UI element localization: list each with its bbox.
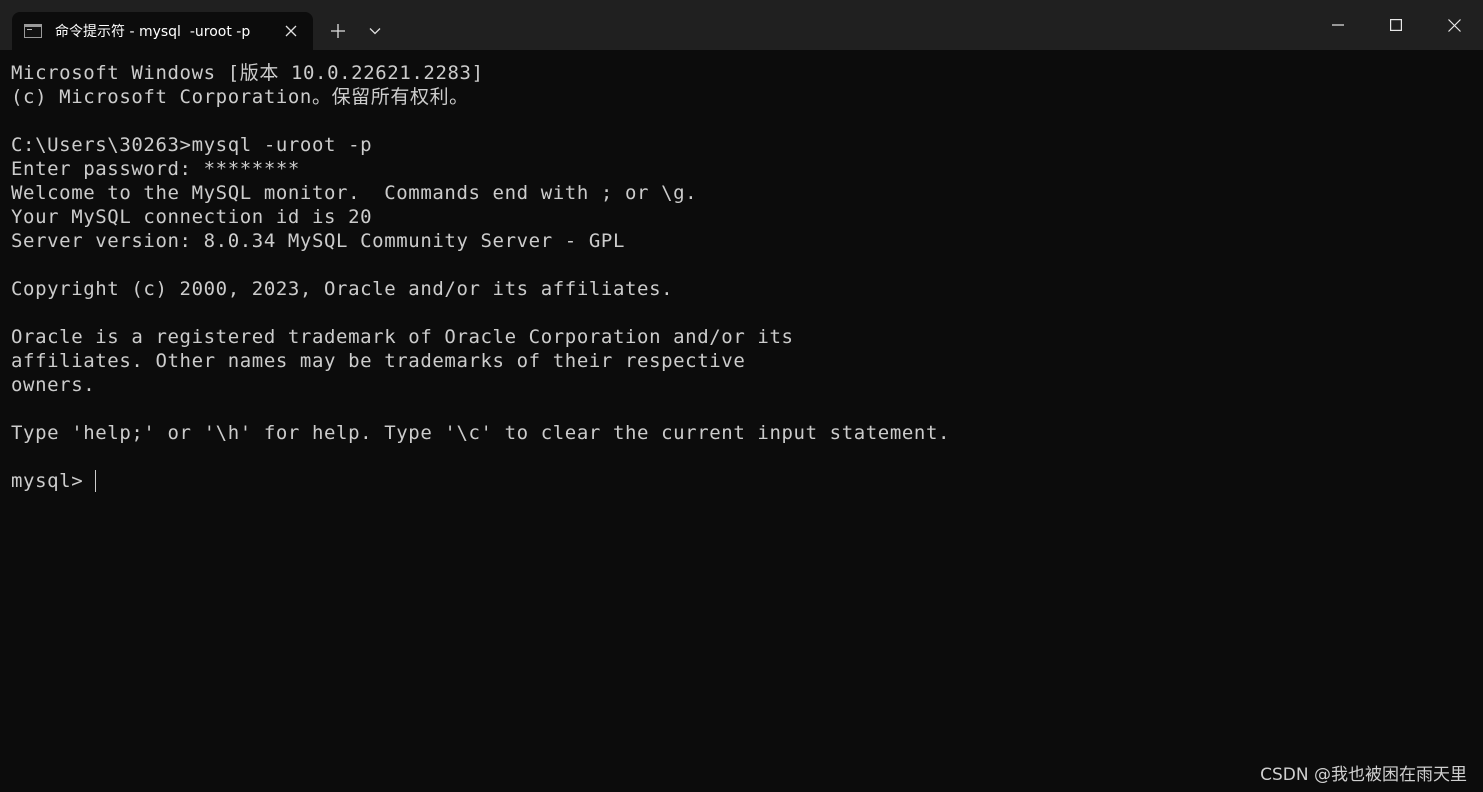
minimize-icon [1332,24,1344,26]
terminal-line: Your MySQL connection id is 20 [11,206,373,228]
terminal-line: Welcome to the MySQL monitor. Commands e… [11,182,698,204]
minimize-button[interactable] [1309,0,1367,50]
title-bar[interactable]: 命令提示符 - mysql -uroot -p [0,0,1483,50]
plus-icon [331,24,345,38]
watermark: CSDN @我也被困在雨天里 [1260,765,1467,785]
terminal-output[interactable]: Microsoft Windows [版本 10.0.22621.2283] (… [11,61,1483,792]
terminal-line: affiliates. Other names may be trademark… [11,350,746,372]
tab-command-prompt[interactable]: 命令提示符 - mysql -uroot -p [12,12,313,50]
close-icon [1447,18,1461,32]
text-cursor [95,470,97,492]
cmd-icon [24,24,42,38]
chevron-down-icon [369,28,381,35]
maximize-icon [1390,19,1402,31]
terminal-window: 命令提示符 - mysql -uroot -p Microsoft Window… [0,0,1483,792]
new-tab-button[interactable] [323,16,353,46]
tab-title: 命令提示符 - mysql -uroot -p [55,24,251,40]
terminal-line: Oracle is a registered trademark of Orac… [11,326,794,348]
close-icon [285,25,297,37]
terminal-line: Enter password: ******** [11,158,300,180]
terminal-line: C:\Users\30263>mysql -uroot -p [11,134,373,156]
terminal-line: Server version: 8.0.34 MySQL Community S… [11,230,625,252]
terminal-line: Copyright (c) 2000, 2023, Oracle and/or … [11,278,674,300]
close-window-button[interactable] [1425,0,1483,50]
terminal-line: owners. [11,374,96,396]
tab-close-button[interactable] [277,17,305,45]
maximize-button[interactable] [1367,0,1425,50]
terminal-line: (c) Microsoft Corporation。保留所有权利。 [11,86,469,108]
mysql-prompt-line[interactable]: mysql> [11,469,1483,493]
terminal-line: Microsoft Windows [版本 10.0.22621.2283] [11,62,484,84]
mysql-prompt: mysql> [11,470,84,492]
tab-dropdown-button[interactable] [361,16,389,46]
terminal-line: Type 'help;' or '\h' for help. Type '\c'… [11,422,951,444]
